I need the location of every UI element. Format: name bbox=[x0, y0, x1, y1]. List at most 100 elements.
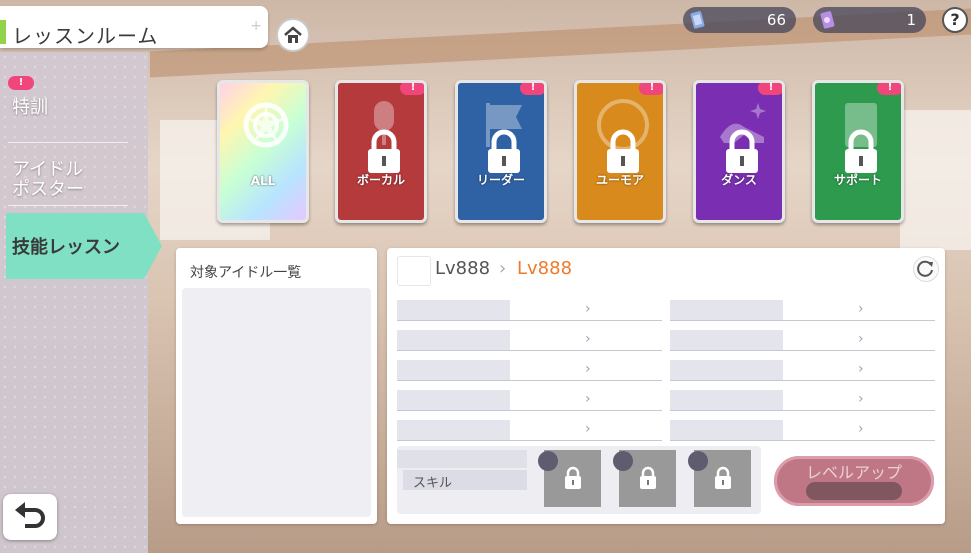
card-label: ボーカル bbox=[356, 173, 405, 187]
title-bar: レッスンルーム + bbox=[0, 6, 268, 48]
stat-value-bar bbox=[397, 390, 510, 410]
sidebar-item-skill-lesson-label: 技能レッスン bbox=[12, 237, 120, 258]
card-dance[interactable]: ダンス ! bbox=[693, 80, 785, 223]
chevron-right-icon: › bbox=[858, 361, 864, 377]
card-label: ユーモア bbox=[595, 173, 644, 187]
level-from: Lv888 bbox=[435, 258, 491, 279]
level-up-label: レベルアップ bbox=[805, 463, 902, 482]
skill-thumbnail bbox=[397, 256, 431, 286]
stat-value-bar bbox=[397, 330, 510, 350]
star-emblem-icon bbox=[243, 101, 289, 148]
title-accent bbox=[0, 20, 6, 44]
chevron-right-icon: › bbox=[499, 258, 507, 279]
chevron-right-icon: › bbox=[585, 301, 591, 317]
level-up-button[interactable]: レベルアップ bbox=[774, 456, 934, 506]
lock-icon bbox=[368, 129, 400, 173]
stat-underline bbox=[670, 380, 935, 381]
skill-slot-indicator bbox=[688, 451, 708, 471]
level-up-cost-pill bbox=[806, 482, 902, 500]
lock-icon bbox=[565, 466, 581, 489]
card-label: ALL bbox=[250, 174, 276, 188]
target-idol-list[interactable] bbox=[182, 288, 371, 517]
chevron-right-icon: › bbox=[585, 421, 591, 437]
stat-row: › bbox=[670, 300, 935, 321]
chevron-right-icon: › bbox=[858, 391, 864, 407]
target-idol-list-panel: 対象アイドル一覧 bbox=[176, 248, 377, 524]
card-badge: ! bbox=[877, 83, 901, 95]
skill-slot-indicator bbox=[613, 451, 633, 471]
lock-icon bbox=[715, 466, 731, 489]
back-arrow-icon bbox=[15, 502, 45, 528]
card-badge: ! bbox=[639, 83, 663, 95]
gem-ticket-icon bbox=[820, 11, 835, 29]
stat-underline bbox=[670, 440, 935, 441]
stat-underline bbox=[397, 380, 662, 381]
currency-gem-ticket: 1 bbox=[813, 7, 926, 33]
card-support[interactable]: サポート ! bbox=[812, 80, 904, 223]
back-button[interactable] bbox=[3, 494, 57, 540]
stat-value-bar bbox=[397, 300, 510, 320]
card-all[interactable]: ALL bbox=[217, 80, 309, 223]
home-icon bbox=[284, 26, 302, 43]
reset-button[interactable] bbox=[913, 256, 939, 282]
stat-value-bar bbox=[670, 330, 783, 350]
currency-ticket-value: 66 bbox=[766, 11, 786, 29]
skill-label-box: スキル bbox=[403, 470, 527, 491]
title-bar-plus: + bbox=[250, 18, 262, 34]
lock-icon bbox=[607, 129, 639, 173]
skill-label: スキル bbox=[413, 476, 453, 491]
skill-topbar bbox=[397, 450, 527, 468]
stat-row: › bbox=[397, 300, 662, 321]
sidebar-divider bbox=[8, 142, 128, 143]
help-button[interactable]: ? bbox=[942, 7, 968, 33]
chevron-right-icon: › bbox=[858, 301, 864, 317]
card-badge: ! bbox=[400, 83, 424, 95]
stat-value-bar bbox=[670, 390, 783, 410]
target-idol-list-title: 対象アイドル一覧 bbox=[190, 265, 302, 281]
sidebar-badge: ! bbox=[8, 76, 34, 90]
page-title: レッスンルーム bbox=[12, 24, 159, 48]
stat-underline bbox=[397, 410, 662, 411]
card-label: サポート bbox=[833, 173, 882, 187]
lock-icon bbox=[726, 129, 758, 173]
sidebar-divider bbox=[8, 205, 128, 206]
stat-underline bbox=[397, 350, 662, 351]
card-badge: ! bbox=[520, 83, 544, 95]
stat-value-bar bbox=[397, 360, 510, 380]
card-leader[interactable]: リーダー ! bbox=[455, 80, 547, 223]
skill-slot-indicator bbox=[538, 451, 558, 471]
stat-underline bbox=[670, 410, 935, 411]
lock-icon bbox=[845, 129, 877, 173]
stat-row: › bbox=[670, 390, 935, 411]
sidebar-item-idol-poster[interactable]: アイドル ポスター bbox=[12, 160, 84, 200]
lock-icon bbox=[488, 129, 520, 173]
stat-value-bar bbox=[397, 420, 510, 440]
refresh-icon bbox=[917, 260, 933, 277]
stat-value-bar bbox=[670, 360, 783, 380]
currency-gem-ticket-value: 1 bbox=[906, 11, 916, 29]
card-badge: ! bbox=[758, 83, 782, 95]
currency-ticket: 66 bbox=[683, 7, 796, 33]
stat-row: › bbox=[670, 330, 935, 351]
card-label: ダンス bbox=[721, 173, 757, 187]
card-vocal[interactable]: ボーカル ! bbox=[335, 80, 427, 223]
chevron-right-icon: › bbox=[585, 361, 591, 377]
stat-value-bar bbox=[670, 300, 783, 320]
lock-icon bbox=[640, 466, 656, 489]
sidebar-pattern bbox=[0, 52, 148, 553]
chevron-right-icon: › bbox=[858, 421, 864, 437]
stat-underline bbox=[670, 350, 935, 351]
card-humor[interactable]: ユーモア ! bbox=[574, 80, 666, 223]
stat-value-bar bbox=[670, 420, 783, 440]
ticket-icon bbox=[690, 11, 705, 29]
background-window bbox=[900, 110, 971, 250]
sidebar-item-special-training[interactable]: 特訓 bbox=[12, 98, 48, 118]
stat-row: › bbox=[397, 390, 662, 411]
home-button[interactable] bbox=[276, 18, 310, 52]
stat-row: › bbox=[397, 420, 662, 441]
sidebar-active-arrow bbox=[144, 213, 162, 279]
stat-row: › bbox=[670, 420, 935, 441]
chevron-right-icon: › bbox=[585, 331, 591, 347]
stat-underline bbox=[670, 320, 935, 321]
stat-row: › bbox=[397, 360, 662, 381]
